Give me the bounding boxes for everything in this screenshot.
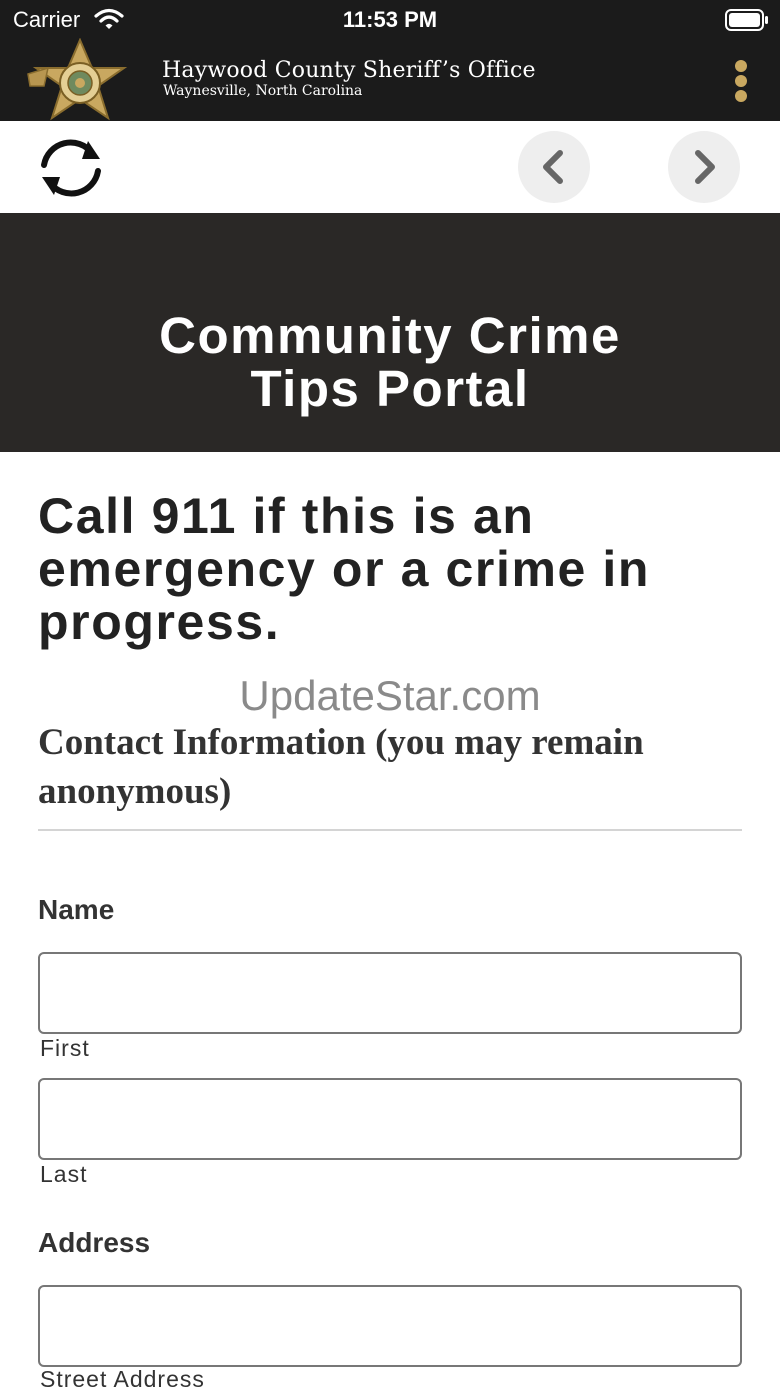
refresh-icon[interactable]	[36, 137, 106, 204]
name-field-label: Name	[38, 894, 115, 925]
street-address-input[interactable]	[38, 1285, 742, 1367]
emergency-notice: Call 911 if this is an emergency or a cr…	[38, 488, 651, 650]
clock-label: 11:53 PM	[342, 7, 438, 32]
header-title: Haywood County Sheriff’s Office	[162, 58, 536, 83]
battery-icon	[725, 9, 769, 36]
hero-banner: Community Crime Tips Portal	[0, 213, 780, 452]
browser-toolbar	[0, 121, 780, 213]
watermark: UpdateStar.com	[239, 672, 541, 719]
last-name-input[interactable]	[38, 1078, 742, 1160]
address-field-label: Address	[38, 1227, 151, 1258]
header-subtitle: Waynesville, North Carolina	[163, 83, 363, 99]
last-name-sublabel: Last	[40, 1161, 88, 1187]
first-name-sublabel: First	[40, 1035, 90, 1061]
street-address-sublabel: Street Address	[40, 1366, 205, 1392]
section-divider	[38, 829, 742, 831]
page-title-line-1: Community Crime	[159, 307, 621, 364]
page-title: Community Crime Tips Portal	[0, 309, 780, 415]
sheriff-star-badge-icon	[22, 37, 138, 127]
page-title-line-2: Tips Portal	[250, 360, 530, 417]
contact-section-heading: Contact Information (you may remain anon…	[38, 722, 644, 812]
status-bar: Carrier 11:53 PM	[0, 0, 780, 40]
forward-button[interactable]	[668, 131, 740, 203]
chevron-right-icon	[695, 150, 715, 184]
kebab-menu-icon[interactable]	[728, 58, 754, 104]
app-header: Haywood County Sheriff’s Office Waynesvi…	[0, 37, 780, 121]
chevron-left-icon	[543, 150, 563, 184]
back-button[interactable]	[518, 131, 590, 203]
first-name-input[interactable]	[38, 952, 742, 1034]
